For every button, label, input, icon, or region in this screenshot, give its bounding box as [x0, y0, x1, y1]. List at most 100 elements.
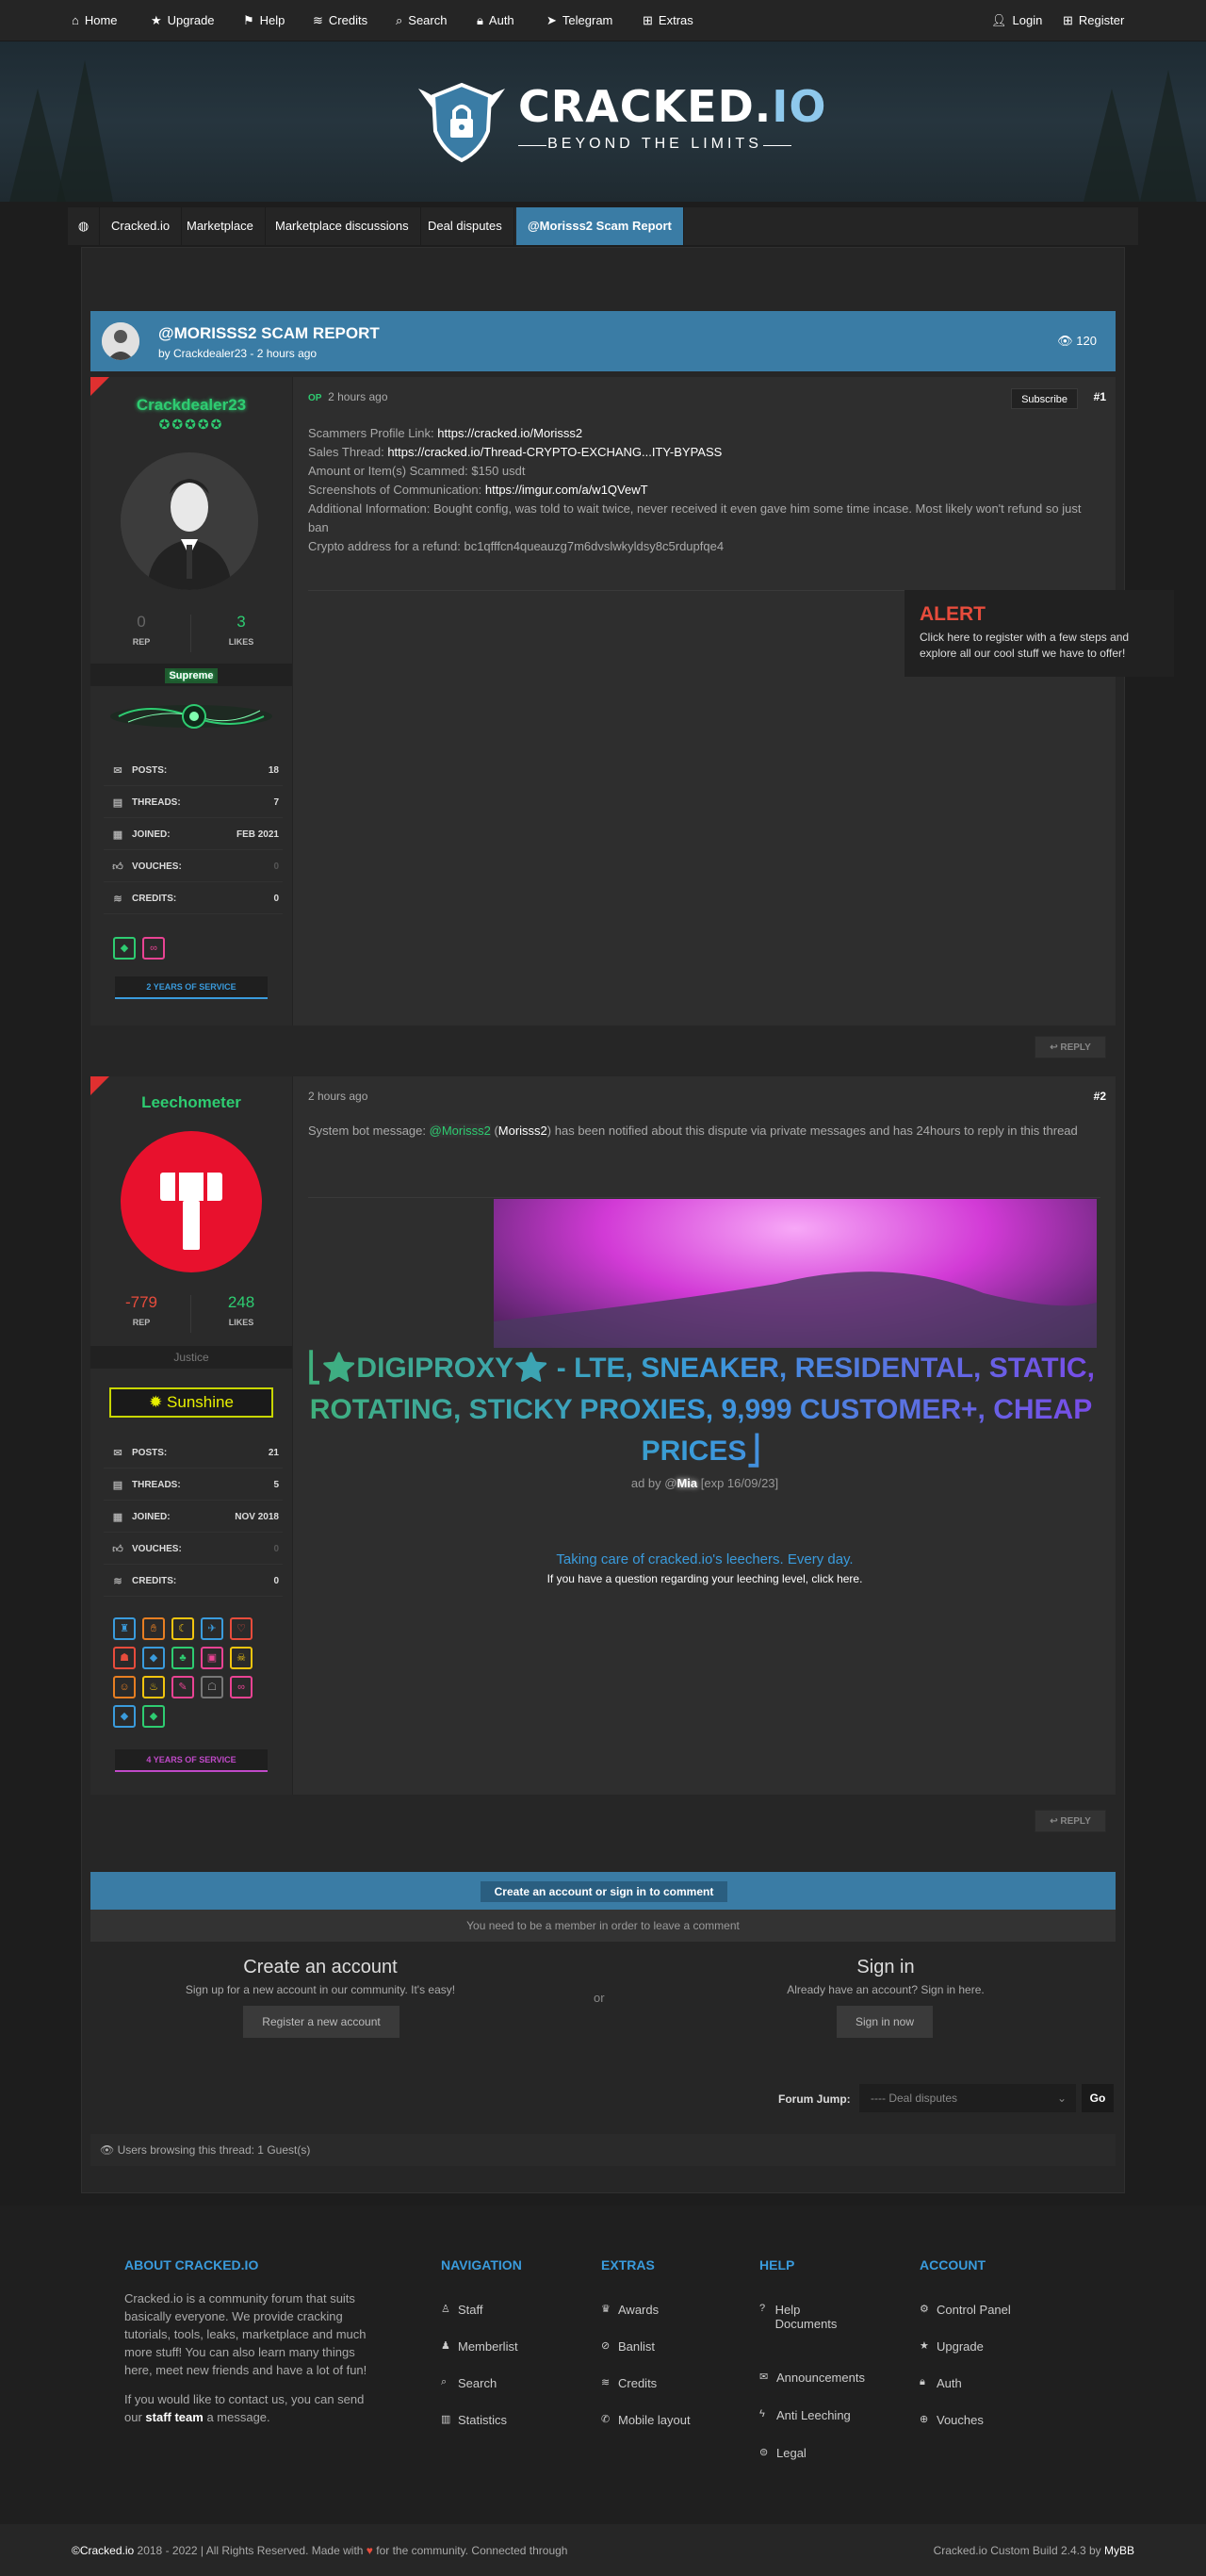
robot-award-icon[interactable]: ☗	[113, 1647, 136, 1669]
screenshots-link[interactable]: https://imgur.com/a/w1QVewT	[485, 483, 648, 497]
nav-telegram[interactable]: ➤ Telegram	[546, 0, 612, 41]
footer-link-announcements[interactable]: ✉ Announcements	[759, 2371, 865, 2385]
diamond-award-icon[interactable]: ◆	[113, 937, 136, 960]
nav-auth[interactable]: 🔒︎ Auth	[477, 0, 514, 41]
login-link[interactable]: 👤︎ Login	[991, 0, 1042, 41]
register-alert[interactable]: ALERT Click here to register with a few …	[904, 590, 1174, 677]
nav-help[interactable]: ⚑ Help	[243, 0, 285, 41]
comments-icon: ✉	[113, 765, 122, 777]
user-icon: 👤︎	[991, 13, 1007, 27]
brush-award-icon[interactable]: ✎	[171, 1676, 194, 1698]
ghost-award-icon[interactable]: ☖	[201, 1676, 223, 1698]
shirt-award-icon[interactable]: ♜	[113, 1617, 136, 1640]
sales-thread-link[interactable]: https://cracked.io/Thread-CRYPTO-EXCHANG…	[387, 445, 722, 459]
breadcrumb-deal-disputes[interactable]: Deal disputes	[416, 207, 514, 245]
coins-icon: ≋	[113, 1576, 122, 1587]
footer-link-control-panel[interactable]: ⚙ Control Panel	[920, 2303, 1011, 2317]
footer-link-vouches[interactable]: ⊕ Vouches	[920, 2413, 984, 2427]
mybb-link[interactable]: MyBB	[1104, 2544, 1134, 2557]
breadcrumb-current[interactable]: @Morisss2 Scam Report	[516, 207, 684, 245]
hand-award-icon[interactable]: ✋︎	[142, 1617, 165, 1640]
tree-award-icon[interactable]: ♣	[171, 1647, 194, 1669]
moon-award-icon[interactable]: ☾	[171, 1617, 194, 1640]
nav-extras[interactable]: ⊞ Extras	[643, 0, 693, 41]
ban-icon: ⊘	[601, 2340, 611, 2352]
plus-circle-icon: ⊕	[920, 2414, 929, 2425]
breadcrumb: ◍ Cracked.io Marketplace Marketplace dis…	[68, 207, 1138, 245]
skull-award-icon[interactable]: ☠	[230, 1647, 253, 1669]
breadcrumb-cracked[interactable]: Cracked.io	[100, 207, 183, 245]
scammer-profile-link[interactable]: https://cracked.io/Morisss2	[437, 426, 582, 440]
staff-team-link[interactable]: staff team	[145, 2410, 203, 2424]
person-award-icon[interactable]: ☺	[113, 1676, 136, 1698]
post-number[interactable]: #1	[1094, 390, 1106, 403]
threads-icon: ▤	[112, 1480, 123, 1491]
leech-help-link[interactable]: If you have a question regarding your le…	[293, 1572, 1116, 1585]
glasses-award-icon[interactable]: ∞	[230, 1676, 253, 1698]
post-body: 2 hours ago #2 System bot message: @Mori…	[292, 1076, 1116, 1795]
credits-count: ≋ CREDITS: 0	[104, 884, 283, 914]
footer-link-help-documents[interactable]: ? Help Documents	[759, 2303, 854, 2331]
globe-icon[interactable]: ◍	[68, 207, 100, 245]
shield-lock-icon	[418, 82, 505, 163]
footer-link-anti-leeching[interactable]: ϟ Anti Leeching	[759, 2408, 851, 2422]
post-number[interactable]: #2	[1094, 1090, 1106, 1103]
calendar-icon: ▦	[112, 1512, 123, 1523]
sign-in-button[interactable]: Sign in now	[837, 2006, 933, 2038]
heart-award-icon[interactable]: ♡	[230, 1617, 253, 1640]
footer-link-memberlist[interactable]: ♟ Memberlist	[441, 2339, 518, 2354]
infinity-award-icon[interactable]: ∞	[142, 937, 165, 960]
post-1: Crackdealer23 ✪✪✪✪✪ 0 REP 3 LIKES Supreme …	[90, 377, 1116, 1025]
create-or-signin-button[interactable]: Create an account or sign in to comment	[481, 1881, 727, 1902]
breadcrumb-marketplace-discussions[interactable]: Marketplace discussions	[264, 207, 421, 245]
gem-award-icon[interactable]: ◆	[142, 1647, 165, 1669]
legal-icon: ⊜	[759, 2447, 769, 2458]
bird-award-icon[interactable]: ✈	[201, 1617, 223, 1640]
user-group: Justice	[90, 1346, 292, 1369]
user-avatar[interactable]	[121, 1131, 262, 1272]
emerald-award-icon[interactable]: ◆	[142, 1705, 165, 1728]
question-icon: ?	[759, 2303, 766, 2314]
footer-link-auth[interactable]: 🔒︎ Auth	[920, 2376, 962, 2390]
users-browsing: 👁︎ Users browsing this thread: 1 Guest(s…	[90, 2134, 1116, 2166]
forum-jump-select[interactable]: ---- Deal disputes ⌄	[859, 2084, 1076, 2112]
author-avatar[interactable]	[102, 322, 139, 360]
pixel-award-icon[interactable]: ▣	[201, 1647, 223, 1669]
footer-link-legal[interactable]: ⊜ Legal	[759, 2446, 807, 2460]
post-username[interactable]: Leechometer	[90, 1093, 292, 1112]
likes-stat: 3 LIKES	[228, 613, 254, 647]
forum-jump-go-button[interactable]: Go	[1082, 2084, 1114, 2112]
fire-award-icon[interactable]: ♨	[142, 1676, 165, 1698]
footer-navigation-title: NAVIGATION	[441, 2257, 522, 2272]
footer-link-mobile-layout[interactable]: ✆ Mobile layout	[601, 2413, 691, 2427]
user-avatar[interactable]	[121, 452, 258, 590]
footer-link-credits[interactable]: ≋ Credits	[601, 2376, 657, 2390]
footer-link-awards[interactable]: ♛ Awards	[601, 2303, 659, 2317]
footer-link-upgrade[interactable]: ★ Upgrade	[920, 2339, 984, 2354]
mentioned-user[interactable]: @Morisss2	[429, 1124, 491, 1138]
diamond-award-icon[interactable]: ◆	[113, 1705, 136, 1728]
threads-count: ▤ THREADS: 7	[104, 788, 283, 818]
site-logo[interactable]: CRACKED.IO BEYOND THE LIMITS	[415, 79, 825, 164]
copyright-brand-link[interactable]: ©Cracked.io	[72, 2544, 134, 2557]
subscribe-button[interactable]: Subscribe	[1011, 388, 1078, 409]
breadcrumb-marketplace[interactable]: Marketplace	[175, 207, 266, 245]
register-account-button[interactable]: Register a new account	[243, 2006, 399, 2038]
post-username[interactable]: Crackdealer23	[90, 396, 292, 415]
nav-credits[interactable]: ≋ Credits	[313, 0, 367, 41]
reply-button-2[interactable]: ↩ REPLY	[1035, 1810, 1106, 1832]
nav-search[interactable]: ⌕ Search	[396, 0, 447, 41]
register-link[interactable]: ⊞ Register	[1063, 0, 1124, 41]
nav-upgrade[interactable]: ★ Upgrade	[151, 0, 215, 41]
footer-link-search[interactable]: ⌕ Search	[441, 2376, 497, 2390]
footer-link-statistics[interactable]: ▥ Statistics	[441, 2413, 507, 2427]
footer-link-staff[interactable]: ♙ Staff	[441, 2303, 483, 2317]
reply-button-1[interactable]: ↩ REPLY	[1035, 1036, 1106, 1058]
ad-banner-image[interactable]	[494, 1199, 1097, 1348]
calendar-icon: ▦	[112, 829, 123, 841]
footer-link-banlist[interactable]: ⊘ Banlist	[601, 2339, 655, 2354]
supreme-userbar	[110, 704, 272, 729]
forum-jump-label: Forum Jump:	[778, 2092, 851, 2106]
ad-title[interactable]: ⎣⭐DIGIPROXY⭐ - LTE, SNEAKER, RESIDENTAL,…	[301, 1348, 1101, 1472]
nav-home[interactable]: ⌂ Home	[72, 0, 118, 41]
